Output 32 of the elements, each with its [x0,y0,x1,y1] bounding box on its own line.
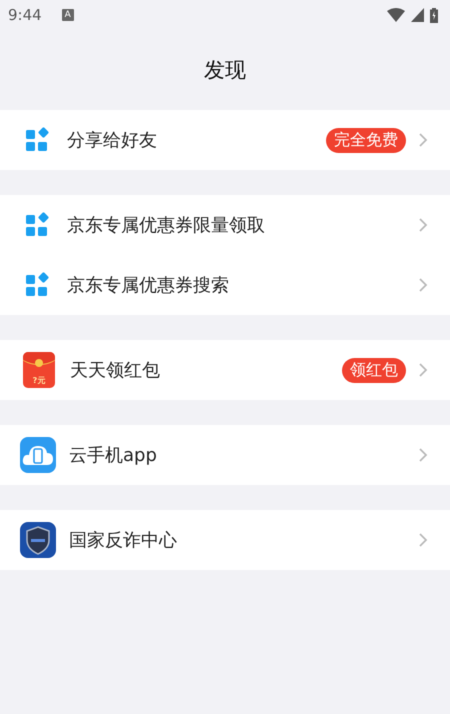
item-label: 天天领红包 [70,359,160,382]
item-label: 云手机app [69,444,157,467]
page-title: 发现 [203,57,247,84]
envelope-icon: ?元 [23,352,55,388]
grid-icon [25,272,51,298]
cloud-phone-icon [20,437,56,473]
chevron-right-icon [418,447,428,463]
item-label: 国家反诈中心 [69,529,177,552]
menu-item[interactable]: 云手机app [0,425,450,485]
menu-item[interactable]: 分享给好友 完全免费 [0,110,450,170]
grid-icon [25,127,51,153]
chevron-right-icon [418,132,428,148]
grid-icon [25,212,51,238]
chevron-right-icon [418,217,428,233]
menu-item[interactable]: 国家反诈中心 [0,510,450,570]
chevron-right-icon [418,362,428,378]
menu-item[interactable]: ?元 天天领红包 领红包 [0,340,450,400]
signal-icon [411,8,424,22]
battery-icon [430,8,438,22]
shield-badge-icon [20,522,56,558]
item-label: 京东专属优惠券搜索 [67,274,229,297]
chevron-right-icon [418,532,428,548]
menu-item[interactable]: 京东专属优惠券搜索 [0,255,450,315]
item-label: 分享给好友 [67,129,157,152]
wifi-icon [387,8,405,22]
notification-icon: A [62,9,74,21]
status-time: 9:44 [8,6,42,24]
item-label: 京东专属优惠券限量领取 [67,214,265,237]
promo-tag: 完全免费 [326,128,406,152]
chevron-right-icon [418,277,428,293]
menu-item[interactable]: 京东专属优惠券限量领取 [0,195,450,255]
promo-tag: 领红包 [342,358,406,382]
